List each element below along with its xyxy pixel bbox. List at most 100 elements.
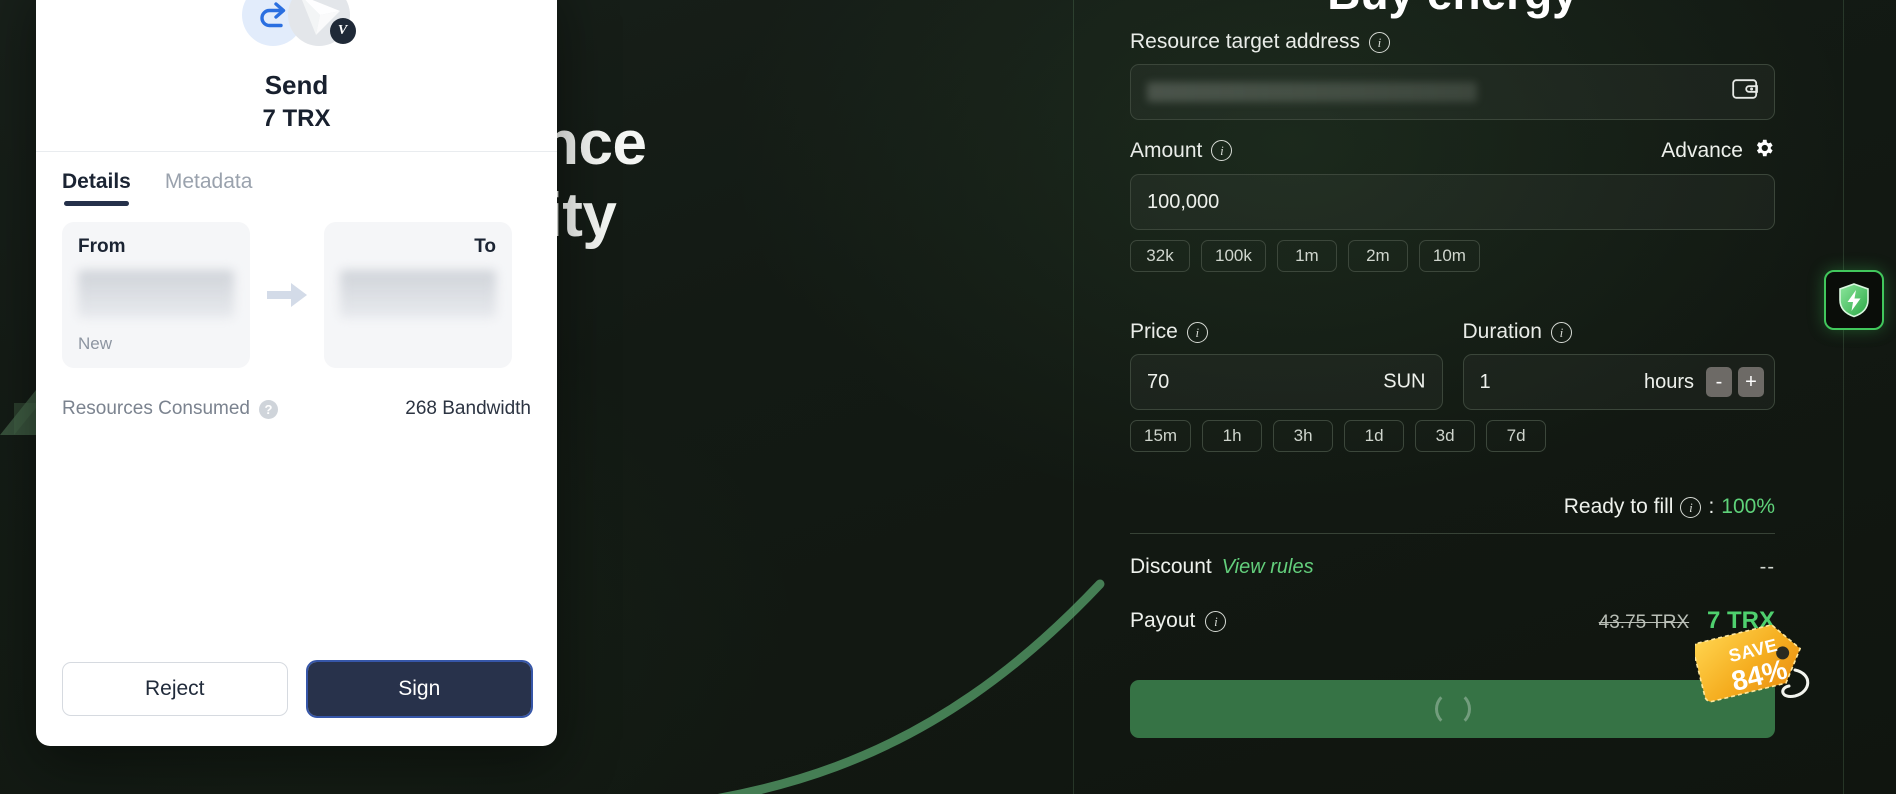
duration-preset-chip[interactable]: 7d	[1486, 420, 1547, 452]
ready-to-fill-value: 100%	[1721, 495, 1775, 518]
payout-row: Payout i 43.75 TRX 7 TRX	[1130, 607, 1775, 635]
gear-icon[interactable]	[1753, 137, 1775, 164]
info-icon[interactable]: i	[1550, 321, 1572, 343]
duration-label-row: Duration i	[1463, 320, 1776, 344]
info-icon[interactable]: i	[1186, 321, 1208, 343]
view-rules-link[interactable]: View rules	[1222, 556, 1314, 579]
duration-preset-chip[interactable]: 1d	[1344, 420, 1405, 452]
amount-preset-chip[interactable]: 10m	[1418, 240, 1480, 272]
sign-button-wrap: Sign	[305, 660, 533, 718]
duration-preset-chip[interactable]: 3d	[1415, 420, 1476, 452]
shield-lightning-icon	[1839, 283, 1869, 318]
price-input[interactable]: 70 SUN	[1130, 354, 1443, 410]
amount-group: Amount i Advance 100,000 32k 100k 1m 2m …	[1130, 137, 1775, 272]
discount-value: --	[1759, 555, 1775, 578]
duration-preset-chip[interactable]: 3h	[1273, 420, 1334, 452]
arrow-right-icon	[250, 222, 324, 368]
discount-left: Discount View rules	[1130, 555, 1314, 579]
amount-input[interactable]: 100,000	[1130, 174, 1775, 230]
info-icon[interactable]: i	[1680, 496, 1702, 518]
discount-row: Discount View rules --	[1130, 555, 1775, 579]
resource-target-label: Resource target address	[1130, 30, 1360, 53]
duration-increment-button[interactable]: +	[1738, 367, 1764, 397]
payout-left: Payout i	[1130, 609, 1227, 633]
resource-target-label-row: Resource target address i	[1130, 30, 1775, 54]
sign-button[interactable]: Sign	[307, 662, 531, 716]
modal-footer: Reject Sign	[36, 660, 557, 746]
modal-title: Send	[264, 70, 329, 100]
loading-spinner-icon	[1434, 691, 1471, 727]
ready-to-fill-separator: :	[1708, 495, 1715, 518]
resources-consumed-row: Resources Consumed ? 268 Bandwidth	[36, 368, 557, 420]
resources-consumed-label: Resources Consumed	[62, 398, 250, 419]
decor-vline-left	[1073, 0, 1074, 794]
to-card[interactable]: To	[324, 222, 512, 368]
price-value: 70	[1147, 370, 1170, 393]
resource-target-group: Resource target address i	[1130, 30, 1775, 120]
duration-value: 1	[1479, 370, 1491, 393]
duration-unit: hours	[1643, 370, 1694, 393]
tab-metadata[interactable]: Metadata	[165, 170, 253, 206]
to-label: To	[474, 236, 496, 257]
info-icon[interactable]: i	[1211, 140, 1233, 161]
question-mark-icon[interactable]: ?	[258, 399, 278, 419]
price-duration-columns: Price i 70 SUN Duration i 1 hours - +	[1130, 320, 1775, 410]
modal-amount: 7 TRX	[262, 105, 331, 132]
advance-button[interactable]: Advance	[1661, 137, 1775, 164]
payout-label: Payout	[1130, 609, 1196, 632]
panel-divider	[1130, 533, 1775, 534]
redacted-address	[1147, 82, 1477, 102]
from-card[interactable]: From New	[62, 222, 250, 368]
payout-original-price: 43.75 TRX	[1598, 612, 1690, 633]
modal-header: V Send 7 TRX	[36, 0, 557, 152]
duration-label: Duration	[1462, 320, 1542, 343]
duration-preset-chip[interactable]: 1h	[1202, 420, 1263, 452]
duration-input[interactable]: 1 hours - +	[1462, 354, 1775, 410]
wallet-signature-modal: V Send 7 TRX Details Metadata From New T…	[36, 0, 557, 746]
duration-decrement-button[interactable]: -	[1706, 367, 1732, 397]
info-icon[interactable]: i	[1205, 610, 1227, 632]
amount-value: 100,000	[1147, 190, 1220, 213]
ready-to-fill-label: Ready to fill	[1563, 495, 1674, 518]
transfer-summary: From New To	[36, 206, 557, 368]
panel-title: Buy energy	[1130, 0, 1775, 20]
duration-preset-chips: 15m 1h 3h 1d 3d 7d	[1130, 420, 1775, 452]
modal-tabs: Details Metadata	[36, 152, 557, 206]
amount-label-row: Amount i Advance	[1130, 137, 1775, 164]
price-label-row: Price i	[1130, 320, 1443, 344]
wallet-icon[interactable]	[1732, 77, 1758, 107]
discount-label: Discount	[1130, 555, 1212, 578]
amount-label: Amount	[1130, 138, 1203, 162]
buy-energy-submit-button[interactable]: SAVE 84%	[1130, 623, 1810, 738]
price-unit: SUN	[1383, 370, 1426, 393]
amount-preset-chip[interactable]: 1m	[1276, 240, 1337, 272]
amount-preset-chip[interactable]: 2m	[1347, 240, 1408, 272]
tab-details[interactable]: Details	[62, 170, 131, 206]
price-label: Price	[1130, 320, 1178, 343]
amount-preset-chip[interactable]: 100k	[1201, 240, 1266, 272]
decor-vline-right	[1843, 0, 1844, 794]
advance-label: Advance	[1661, 138, 1743, 162]
amount-label-wrap: Amount i	[1130, 138, 1233, 163]
ready-to-fill-row: Ready to fill i : 100%	[1130, 495, 1775, 519]
to-address-redacted	[340, 270, 496, 318]
save-badge: SAVE 84%	[1692, 618, 1821, 712]
price-duration-group: Price i 70 SUN Duration i 1 hours - + 15…	[1130, 320, 1775, 452]
reject-button[interactable]: Reject	[62, 662, 288, 716]
resources-consumed-left: Resources Consumed ?	[62, 398, 278, 420]
from-status-badge: New	[78, 334, 113, 353]
verified-badge-icon: V	[329, 18, 356, 44]
screen-root: …ngs an …xperience …mmunity …n TronSave.…	[0, 0, 1896, 794]
info-icon[interactable]: i	[1368, 31, 1390, 53]
shield-lightning-widget[interactable]	[1824, 270, 1884, 330]
from-address-redacted	[78, 270, 234, 318]
buy-energy-panel: Buy energy Resource target address i	[1130, 0, 1830, 794]
resources-consumed-value: 268 Bandwidth	[405, 398, 531, 419]
from-label: From	[78, 236, 126, 257]
amount-preset-chip[interactable]: 32k	[1130, 240, 1190, 272]
modal-avatars: V	[241, 0, 356, 64]
resource-target-address-input[interactable]	[1130, 64, 1775, 120]
amount-preset-chips: 32k 100k 1m 2m 10m	[1130, 240, 1775, 272]
price-column: Price i 70 SUN	[1130, 320, 1443, 410]
duration-preset-chip[interactable]: 15m	[1130, 420, 1192, 452]
